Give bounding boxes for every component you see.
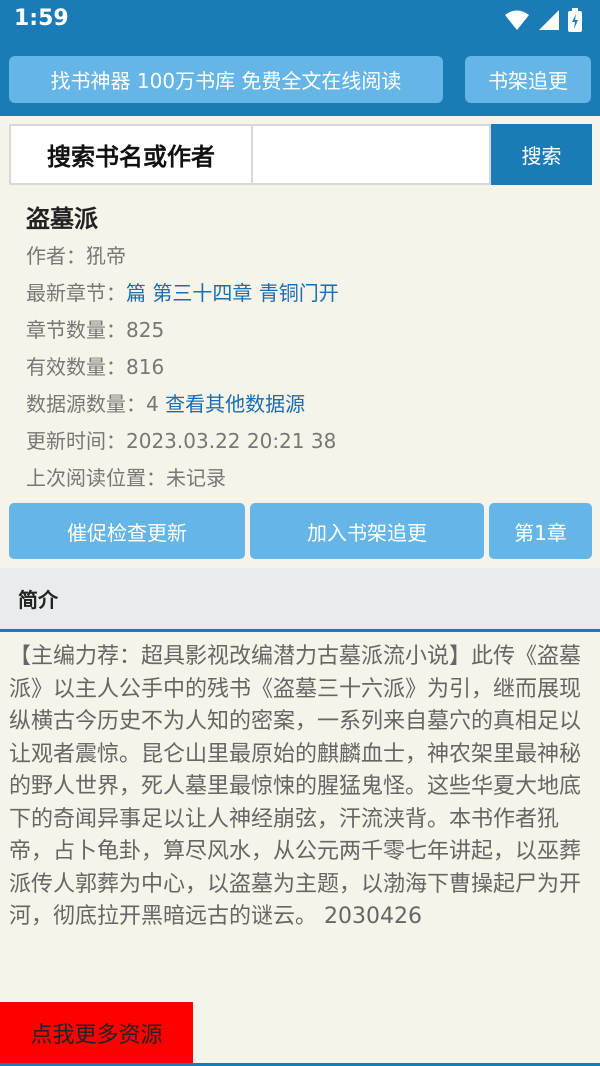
source-count-row: 数据源数量：4 查看其他数据源 [26, 386, 586, 423]
last-read-label: 上次阅读位置： [26, 466, 166, 490]
source-count-value: 4 [146, 392, 159, 416]
status-bar: 1:59 [0, 0, 600, 40]
intro-text: 【主编力荐：超具影视改编潜力古墓派流小说】此传《盗墓派》以主人公手中的残书《盗墓… [9, 644, 582, 929]
action-buttons: 催促检查更新 加入书架追更 第1章 [9, 503, 592, 559]
latest-chapter-row: 最新章节：篇 第三十四章 青铜门开 [26, 275, 586, 312]
updated-value: 2023.03.22 20:21 38 [126, 429, 337, 453]
author-value: 犼帝 [86, 244, 126, 268]
updated-label: 更新时间： [26, 429, 126, 453]
status-icons [504, 8, 582, 32]
book-info: 盗墓派 作者：犼帝 最新章节：篇 第三十四章 青铜门开 章节数量：825 有效数… [26, 200, 586, 497]
intro-header: 简介 [0, 568, 600, 632]
signal-icon [539, 10, 559, 30]
search-input[interactable] [253, 124, 491, 185]
first-chapter-button[interactable]: 第1章 [489, 503, 592, 559]
intro-heading: 简介 [18, 588, 58, 612]
latest-chapter-label: 最新章节： [26, 281, 126, 305]
search-label: 搜索书名或作者 [9, 124, 253, 185]
chapter-count-label: 章节数量： [26, 318, 126, 342]
search-button[interactable]: 搜索 [491, 124, 592, 185]
valid-count-label: 有效数量： [26, 355, 126, 379]
wifi-icon [505, 10, 529, 30]
book-title: 盗墓派 [26, 205, 98, 233]
other-sources-link[interactable]: 查看其他数据源 [165, 392, 305, 416]
status-time: 1:59 [14, 6, 69, 31]
search-bar: 搜索书名或作者 搜索 [9, 124, 592, 185]
last-read-value: 未记录 [166, 466, 226, 490]
bookshelf-button[interactable]: 书架追更 [465, 56, 591, 103]
author-label: 作者： [26, 244, 86, 268]
top-bar: 找书神器 100万书库 免费全文在线阅读 书架追更 [0, 40, 600, 116]
battery-icon [568, 8, 582, 32]
author-row: 作者：犼帝 [26, 238, 586, 275]
urge-update-button[interactable]: 催促检查更新 [9, 503, 245, 559]
updated-row: 更新时间：2023.03.22 20:21 38 [26, 423, 586, 460]
add-to-shelf-button[interactable]: 加入书架追更 [250, 503, 484, 559]
home-banner-button[interactable]: 找书神器 100万书库 免费全文在线阅读 [9, 56, 443, 103]
valid-count-row: 有效数量：816 [26, 349, 586, 386]
last-read-row: 上次阅读位置：未记录 [26, 460, 586, 497]
chapter-count-row: 章节数量：825 [26, 312, 586, 349]
source-count-label: 数据源数量： [26, 392, 146, 416]
latest-chapter-link[interactable]: 篇 第三十四章 青铜门开 [126, 281, 339, 305]
valid-count-value: 816 [126, 355, 165, 379]
more-resources-button[interactable]: 点我更多资源 [0, 1002, 193, 1063]
chapter-count-value: 825 [126, 318, 165, 342]
